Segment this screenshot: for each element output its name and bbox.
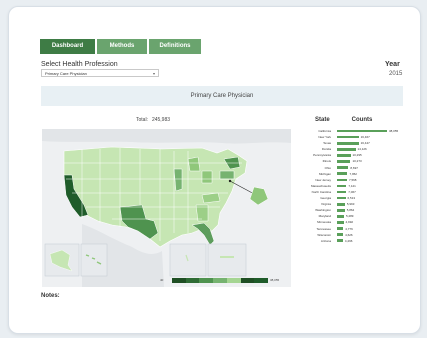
state-ohio <box>201 170 213 184</box>
state-north-carolina <box>201 192 221 204</box>
us-choropleth-map[interactable] <box>42 129 291 287</box>
total-count: Total: 245,983 <box>136 117 170 123</box>
total-value: 245,983 <box>151 117 171 123</box>
count-bar[interactable] <box>337 202 345 206</box>
count-bar[interactable] <box>337 154 351 157</box>
canada-landmass <box>42 129 291 144</box>
year-label: Year <box>385 61 400 68</box>
tab-methods[interactable]: Methods <box>97 39 147 54</box>
count-bar[interactable] <box>337 209 345 212</box>
total-label: Total: <box>136 117 148 123</box>
legend-min: 40 <box>160 278 164 282</box>
table-row[interactable]: Arizona 4,496 <box>295 238 407 244</box>
count-bar[interactable] <box>337 135 359 139</box>
chevron-down-icon: ▾ <box>152 71 155 76</box>
state-counts-bar-chart: California 38,055 New York 16,467 Texas 16,44… <box>295 128 407 244</box>
hawaii-inset <box>80 243 108 277</box>
count-bar[interactable] <box>337 178 347 182</box>
count-bar[interactable] <box>337 166 349 169</box>
legend-step-2 <box>185 278 200 283</box>
counts-column-header: Counts <box>351 117 373 123</box>
state-name: Arizona <box>320 238 331 243</box>
territory-inset-2 <box>207 243 247 277</box>
legend-step-7 <box>254 278 269 283</box>
profession-banner: Primary Care Physician <box>41 86 403 106</box>
state-column-header: State <box>315 117 330 123</box>
state-pennsylvania <box>219 170 235 180</box>
profession-select-label: Select Health Profession <box>41 61 118 68</box>
legend-step-5 <box>226 278 241 283</box>
count-bar[interactable] <box>337 172 348 176</box>
count-bar[interactable] <box>337 190 347 194</box>
color-legend <box>172 278 269 283</box>
profession-select-value: Primary Care Physician <box>45 71 87 76</box>
legend-step-6 <box>240 278 255 283</box>
tab-definitions[interactable]: Definitions <box>149 39 201 54</box>
count-bar[interactable] <box>337 227 344 230</box>
legend-step-3 <box>199 278 214 283</box>
tab-dashboard[interactable]: Dashboard <box>40 39 95 54</box>
legend-max: 38,055 <box>270 278 280 282</box>
count-value: 4,496 <box>344 238 353 243</box>
dc-callout-dot <box>228 179 232 183</box>
legend-step-4 <box>213 278 227 283</box>
profession-select[interactable]: Primary Care Physician ▾ <box>41 69 159 77</box>
count-bar[interactable] <box>337 215 344 218</box>
year-value[interactable]: 2015 <box>389 71 402 77</box>
state-georgia <box>195 204 209 222</box>
count-bar[interactable] <box>337 184 347 188</box>
count-bar[interactable] <box>337 148 356 151</box>
count-bar[interactable] <box>337 196 346 200</box>
count-bar[interactable] <box>337 129 387 133</box>
count-bar[interactable] <box>337 233 344 236</box>
tab-bar: Dashboard Methods Definitions <box>40 39 203 54</box>
count-bar[interactable] <box>337 239 343 243</box>
legend-step-1 <box>172 278 186 283</box>
count-bar[interactable] <box>337 221 344 224</box>
state-michigan <box>187 156 201 172</box>
notes-label: Notes: <box>41 293 60 299</box>
count-bar[interactable] <box>337 141 359 145</box>
count-bar[interactable] <box>337 160 351 163</box>
